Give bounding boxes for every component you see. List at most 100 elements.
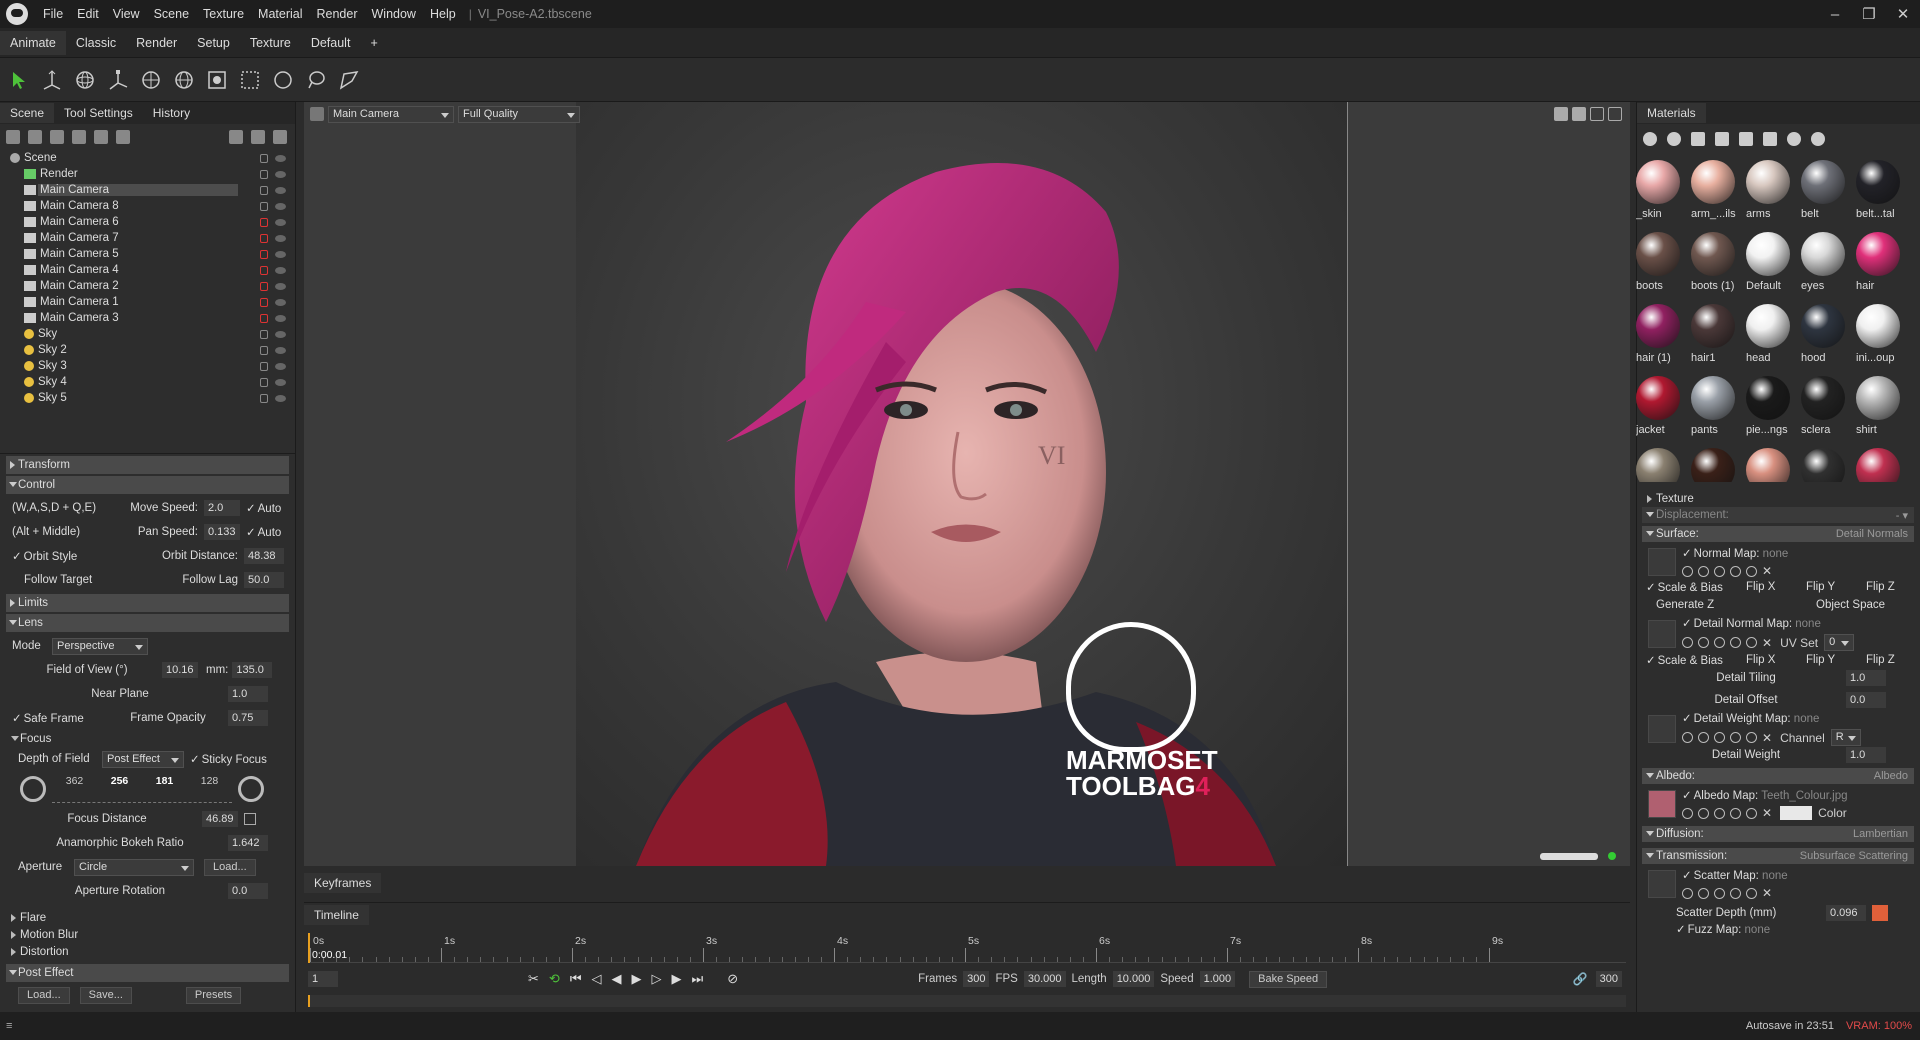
menu-render[interactable]: Render: [310, 7, 365, 21]
material-hair[interactable]: hair: [1856, 230, 1908, 302]
uv-set-select[interactable]: 0: [1824, 634, 1855, 651]
eye-icon[interactable]: [275, 250, 286, 258]
material-sclera[interactable]: sclera: [1801, 374, 1855, 446]
poly-select-icon[interactable]: [333, 64, 365, 96]
frame-field[interactable]: 1: [308, 971, 338, 987]
flip-z-checkbox-2[interactable]: Flip Z: [1866, 654, 1895, 666]
eye-icon[interactable]: [275, 362, 286, 370]
detail-weight-thumb[interactable]: [1648, 714, 1676, 743]
lock-icon[interactable]: [260, 265, 268, 275]
tab-tool-settings[interactable]: Tool Settings: [54, 103, 143, 123]
lock-icon[interactable]: [260, 185, 268, 195]
clear-icon[interactable]: ✕: [1762, 731, 1772, 745]
lens-mode-select[interactable]: Perspective: [52, 637, 148, 655]
add-object-icon[interactable]: [6, 130, 20, 144]
edit-icon[interactable]: [1730, 807, 1741, 819]
viewport-frame-icon[interactable]: [1590, 107, 1604, 121]
scale-bias-checkbox[interactable]: Scale & Bias: [1646, 580, 1746, 594]
next-frame-icon[interactable]: ▷: [652, 971, 662, 987]
post-load-button[interactable]: Load...: [18, 986, 70, 1004]
material-swatch-24[interactable]: [1856, 446, 1908, 482]
menu-edit[interactable]: Edit: [70, 7, 106, 21]
eye-icon[interactable]: [275, 314, 286, 322]
albedo-thumb[interactable]: [1648, 790, 1676, 818]
speed-field[interactable]: 1.000: [1199, 971, 1236, 987]
add-material-icon[interactable]: [1643, 132, 1657, 146]
gear-icon[interactable]: [1682, 732, 1693, 743]
gear-icon[interactable]: [1682, 807, 1693, 819]
end-frame-field[interactable]: 300: [1595, 971, 1622, 987]
material-settings-icon[interactable]: [1811, 132, 1825, 146]
layout-tab-texture[interactable]: Texture: [240, 31, 301, 55]
lock-icon[interactable]: [260, 297, 268, 307]
material-pants[interactable]: pants: [1691, 374, 1745, 446]
flip-y-checkbox-2[interactable]: Flip Y: [1806, 654, 1866, 666]
menu-texture[interactable]: Texture: [196, 7, 251, 21]
gear-icon[interactable]: [1682, 565, 1693, 577]
tree-item-main-camera-3[interactable]: Main Camera 3: [6, 310, 292, 326]
lock-icon[interactable]: [260, 313, 268, 323]
material-hair1[interactable]: hair1: [1691, 302, 1745, 374]
tree-item-scene[interactable]: Scene: [6, 150, 292, 166]
section-texture[interactable]: Texture: [1642, 490, 1914, 507]
reload-icon[interactable]: [1746, 637, 1757, 648]
section-diffusion[interactable]: Diffusion: Lambertian: [1642, 826, 1914, 842]
rotate-tool-icon[interactable]: [69, 64, 101, 96]
flip-y-checkbox[interactable]: Flip Y: [1806, 581, 1866, 593]
tab-scene[interactable]: Scene: [0, 103, 55, 123]
clear-icon[interactable]: ✕: [1762, 636, 1772, 650]
albedo-color-swatch[interactable]: [1780, 806, 1813, 820]
eye-icon[interactable]: [275, 170, 286, 178]
reload-icon[interactable]: [1746, 565, 1757, 577]
playhead[interactable]: [308, 933, 310, 963]
trash-icon[interactable]: [273, 130, 287, 144]
section-surface[interactable]: Surface: Detail Normals: [1642, 526, 1914, 542]
clear-icon[interactable]: ✕: [1762, 806, 1772, 820]
go-end-icon[interactable]: ⏭: [692, 971, 704, 987]
lock-icon[interactable]: [260, 281, 268, 291]
aperture-rotation-field[interactable]: 0.0: [228, 883, 268, 899]
drop-icon[interactable]: [1714, 637, 1725, 648]
material-arms[interactable]: arms: [1746, 158, 1800, 230]
reload-icon[interactable]: [1746, 807, 1757, 819]
viewport-settings-icon[interactable]: [1554, 107, 1568, 121]
edit-icon[interactable]: [1730, 637, 1741, 648]
orbit-distance-field[interactable]: 48.38: [244, 548, 284, 564]
frame-select-icon[interactable]: [201, 64, 233, 96]
tree-item-main-camera-5[interactable]: Main Camera 5: [6, 246, 292, 262]
material-swatch-21[interactable]: [1691, 446, 1745, 482]
material-jacket[interactable]: jacket: [1636, 374, 1690, 446]
cut-icon[interactable]: ✂: [528, 971, 539, 987]
sticky-focus-checkbox[interactable]: Sticky Focus: [190, 752, 267, 766]
bokeh-ratio-field[interactable]: 1.642: [228, 835, 268, 851]
material-eyes[interactable]: eyes: [1801, 230, 1855, 302]
section-albedo[interactable]: Albedo: Albedo: [1642, 768, 1914, 784]
world-tool-icon[interactable]: [168, 64, 200, 96]
search-icon[interactable]: [1698, 565, 1709, 577]
section-motion-blur[interactable]: Motion Blur: [6, 926, 289, 943]
eye-icon[interactable]: [275, 154, 286, 162]
tree-item-sky-3[interactable]: Sky 3: [6, 358, 292, 374]
add-light-icon[interactable]: [28, 130, 42, 144]
focus-pick-icon[interactable]: [244, 813, 256, 825]
reload-icon[interactable]: [1746, 732, 1757, 743]
prev-key-icon[interactable]: ◁: [592, 971, 602, 987]
detail-offset-field[interactable]: 0.0: [1846, 692, 1886, 708]
section-distortion[interactable]: Distortion: [6, 943, 289, 960]
keyframe-track[interactable]: [308, 995, 1626, 1007]
drop-icon[interactable]: [1714, 807, 1725, 819]
material-head[interactable]: head: [1746, 302, 1800, 374]
viewport-pivot-icon[interactable]: [1572, 107, 1586, 121]
add-camera-icon[interactable]: [50, 130, 64, 144]
material-default[interactable]: Default: [1746, 230, 1800, 302]
menu-help[interactable]: Help: [423, 7, 463, 21]
near-plane-field[interactable]: 1.0: [228, 686, 268, 702]
detail-normal-thumb[interactable]: [1648, 619, 1676, 648]
orbit-style-checkbox[interactable]: Orbit Style: [12, 549, 112, 563]
lock-icon[interactable]: [260, 233, 268, 243]
circle-select-icon[interactable]: [267, 64, 299, 96]
keyframes-tab[interactable]: Keyframes: [304, 873, 382, 893]
eye-icon[interactable]: [275, 298, 286, 306]
search-icon[interactable]: [1698, 637, 1709, 648]
drop-icon[interactable]: [1714, 565, 1725, 577]
